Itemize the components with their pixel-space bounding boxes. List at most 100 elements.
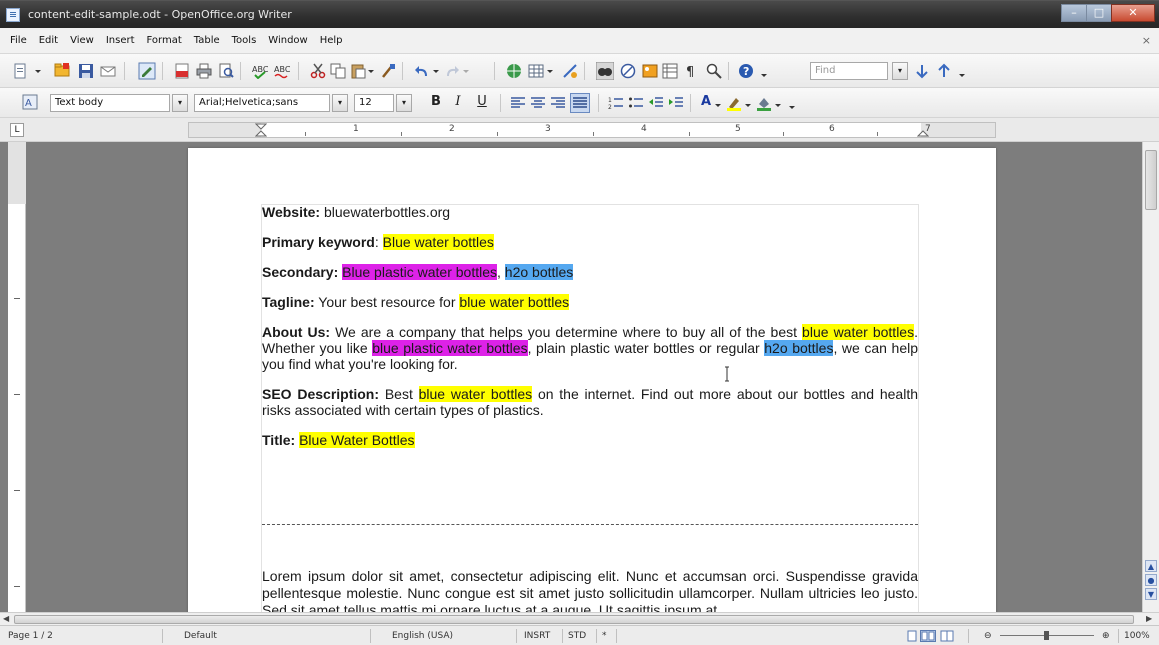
table-dropdown-icon[interactable] — [546, 63, 554, 79]
zoom-in-button[interactable]: ⊕ — [1102, 631, 1110, 641]
bullets-icon[interactable] — [628, 95, 644, 111]
cut-icon[interactable] — [310, 63, 326, 79]
styles-formatting-icon[interactable]: A — [22, 94, 38, 110]
decrease-indent-icon[interactable] — [648, 95, 664, 111]
open-folder-icon[interactable] — [54, 62, 70, 78]
increase-indent-icon[interactable] — [668, 95, 684, 111]
horizontal-scrollbar[interactable]: ◀ ▶ — [0, 612, 1159, 625]
minimize-button[interactable]: – — [1061, 4, 1087, 22]
scroll-left-arrow-icon[interactable]: ◀ — [3, 614, 9, 623]
horizontal-scrollbar-thumb[interactable] — [14, 615, 1134, 624]
scroll-right-arrow-icon[interactable]: ▶ — [1146, 614, 1152, 623]
toolbar-options-icon[interactable] — [760, 67, 768, 83]
justify-icon[interactable] — [570, 93, 590, 113]
menu-table[interactable]: Table — [194, 35, 220, 46]
menu-file[interactable]: File — [10, 35, 27, 46]
close-document-button[interactable]: × — [1142, 34, 1151, 47]
new-dropdown-icon[interactable] — [34, 63, 42, 79]
insert-mode[interactable]: INSRT — [524, 631, 550, 641]
menu-tools[interactable]: Tools — [232, 35, 257, 46]
background-color-dropdown-icon[interactable] — [774, 97, 782, 113]
next-page-button[interactable]: ▼ — [1145, 588, 1157, 600]
single-page-view-icon[interactable] — [906, 630, 918, 642]
indent-marker-icon[interactable] — [255, 123, 267, 137]
navigation-button[interactable]: ● — [1145, 574, 1157, 586]
italic-button[interactable]: I — [450, 94, 466, 109]
underline-button[interactable]: U — [474, 94, 490, 109]
find-input[interactable]: Find — [810, 62, 888, 80]
print-icon[interactable] — [196, 63, 212, 79]
edit-file-icon[interactable] — [138, 62, 156, 80]
zoom-out-button[interactable]: ⊖ — [984, 631, 992, 641]
table-icon[interactable] — [528, 63, 544, 79]
help-icon[interactable]: ? — [738, 63, 754, 79]
clone-formatting-icon[interactable] — [380, 63, 396, 79]
menu-insert[interactable]: Insert — [106, 35, 135, 46]
font-color-button[interactable]: A — [698, 94, 714, 109]
highlighting-icon[interactable] — [726, 95, 742, 111]
align-right-icon[interactable] — [550, 95, 566, 111]
vertical-scrollbar[interactable]: ▲ ● ▼ — [1142, 142, 1159, 612]
page-preview-icon[interactable] — [218, 63, 234, 79]
undo-dropdown-icon[interactable] — [432, 63, 440, 79]
font-size-dropdown[interactable]: ▾ — [396, 94, 412, 112]
formatting-toolbar-options-icon[interactable] — [788, 99, 796, 115]
zoom-slider-handle[interactable] — [1044, 631, 1049, 640]
book-view-icon[interactable] — [940, 630, 954, 642]
find-dropdown[interactable]: ▾ — [892, 62, 908, 80]
email-document-icon[interactable] — [100, 63, 116, 79]
find-replace-icon[interactable] — [596, 62, 614, 80]
menu-help[interactable]: Help — [320, 35, 343, 46]
vertical-scrollbar-thumb[interactable] — [1145, 150, 1157, 210]
bold-button[interactable]: B — [428, 94, 444, 109]
save-icon[interactable] — [78, 63, 94, 79]
right-indent-marker-icon[interactable] — [917, 123, 929, 137]
multi-page-view-icon[interactable] — [920, 630, 936, 642]
formatting-marks-icon[interactable]: ¶ — [684, 63, 700, 79]
document-body[interactable]: Website: bluewaterbottles.org Primary ke… — [262, 204, 918, 462]
autospellcheck-icon[interactable]: ABC — [274, 63, 290, 79]
find-toolbar-options-icon[interactable] — [958, 67, 966, 83]
data-sources-icon[interactable] — [662, 63, 678, 79]
redo-icon[interactable] — [444, 63, 460, 79]
gallery-icon[interactable] — [642, 63, 658, 79]
document-page[interactable]: Website: bluewaterbottles.org Primary ke… — [188, 148, 996, 612]
previous-page-button[interactable]: ▲ — [1145, 560, 1157, 572]
menu-format[interactable]: Format — [147, 35, 182, 46]
export-pdf-icon[interactable] — [174, 63, 190, 79]
font-name-dropdown[interactable]: ▾ — [332, 94, 348, 112]
hyperlink-icon[interactable] — [506, 63, 522, 79]
horizontal-ruler[interactable]: 1 2 3 4 5 6 7 — [188, 122, 996, 138]
menu-edit[interactable]: Edit — [39, 35, 58, 46]
tab-stop-selector[interactable]: L — [10, 123, 24, 137]
numbering-icon[interactable]: 12 — [608, 95, 624, 111]
menu-view[interactable]: View — [70, 35, 94, 46]
selection-mode[interactable]: STD — [568, 631, 586, 641]
vertical-ruler[interactable] — [8, 142, 26, 612]
background-color-icon[interactable] — [756, 95, 772, 111]
paste-dropdown-icon[interactable] — [367, 63, 375, 79]
find-next-icon[interactable] — [914, 63, 930, 79]
new-document-icon[interactable] — [12, 63, 28, 79]
paste-icon[interactable] — [350, 63, 366, 79]
maximize-button[interactable]: □ — [1086, 4, 1112, 22]
menu-window[interactable]: Window — [268, 35, 307, 46]
show-draw-functions-icon[interactable] — [562, 63, 578, 79]
spellcheck-icon[interactable]: ABC — [252, 63, 268, 79]
zoom-icon[interactable] — [706, 63, 722, 79]
close-window-button[interactable]: ✕ — [1111, 4, 1155, 22]
page-style[interactable]: Default — [184, 631, 217, 641]
undo-icon[interactable] — [414, 63, 430, 79]
redo-dropdown-icon[interactable] — [462, 63, 470, 79]
paragraph-style-dropdown[interactable]: ▾ — [172, 94, 188, 112]
navigator-icon[interactable] — [620, 63, 636, 79]
font-size-select[interactable]: 12 — [354, 94, 394, 112]
find-previous-icon[interactable] — [936, 63, 952, 79]
zoom-level[interactable]: 100% — [1124, 631, 1150, 641]
align-left-icon[interactable] — [510, 95, 526, 111]
font-color-dropdown-icon[interactable] — [714, 97, 722, 113]
copy-icon[interactable] — [330, 63, 346, 79]
font-name-select[interactable]: Arial;Helvetica;sans — [194, 94, 330, 112]
paragraph-style-select[interactable]: Text body — [50, 94, 170, 112]
align-center-icon[interactable] — [530, 95, 546, 111]
